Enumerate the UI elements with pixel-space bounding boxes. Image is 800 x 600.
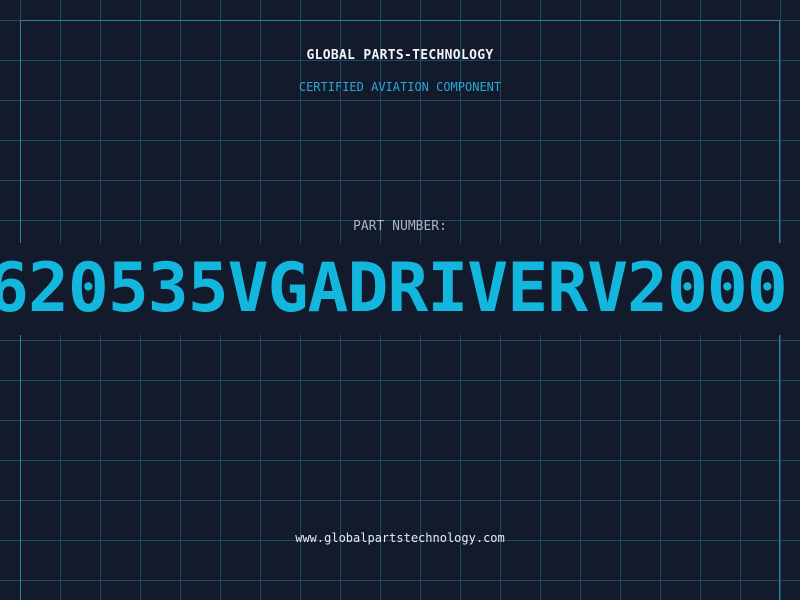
product-label-page: GLOBAL PARTS-TECHNOLOGY CERTIFIED AVIATI… [0,0,800,600]
website-url: www.globalpartstechnology.com [295,531,505,545]
part-number-label: PART NUMBER: [353,219,447,234]
part-number-value: 620535VGADRIVERV2000 [0,249,788,328]
brand-tagline: CERTIFIED AVIATION COMPONENT [298,80,502,94]
part-number-band: 620535VGADRIVERV2000 [0,243,800,335]
brand-title: GLOBAL PARTS-TECHNOLOGY [306,48,494,63]
